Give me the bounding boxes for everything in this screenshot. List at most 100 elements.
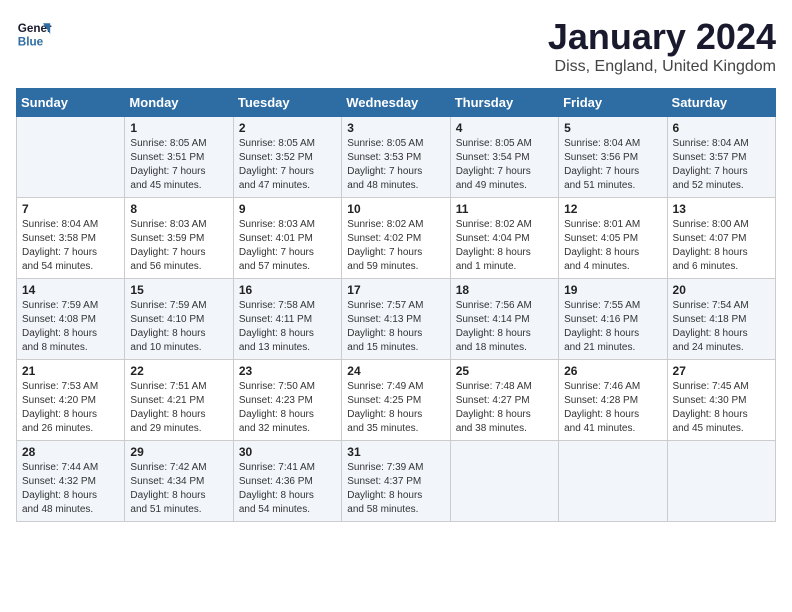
calendar-cell xyxy=(559,441,667,522)
day-info: Sunrise: 8:01 AMSunset: 4:05 PMDaylight:… xyxy=(564,218,661,274)
calendar-cell: 28 Sunrise: 7:44 AMSunset: 4:32 PMDayligh… xyxy=(17,441,125,522)
day-info: Sunrise: 7:44 AMSunset: 4:32 PMDaylight:… xyxy=(22,461,119,517)
day-info: Sunrise: 8:05 AMSunset: 3:52 PMDaylight:… xyxy=(239,137,336,193)
calendar-cell: 8 Sunrise: 8:03 AMSunset: 3:59 PMDaylight… xyxy=(125,198,233,279)
calendar-week-2: 7Sunrise: 8:04 AMSunset: 3:58 PMDaylight… xyxy=(17,198,776,279)
day-info: Sunrise: 7:46 AMSunset: 4:28 PMDaylight:… xyxy=(564,380,661,436)
day-number: 27 xyxy=(673,364,770,378)
day-info: Sunrise: 7:57 AMSunset: 4:13 PMDaylight:… xyxy=(347,299,444,355)
svg-text:Blue: Blue xyxy=(18,36,44,49)
day-number: 23 xyxy=(239,364,336,378)
day-info: Sunrise: 7:54 AMSunset: 4:18 PMDaylight:… xyxy=(673,299,770,355)
day-number: 26 xyxy=(564,364,661,378)
day-number: 17 xyxy=(347,283,444,297)
calendar-cell: 10 Sunrise: 8:02 AMSunset: 4:02 PMDayligh… xyxy=(342,198,450,279)
calendar-cell: 30 Sunrise: 7:41 AMSunset: 4:36 PMDayligh… xyxy=(233,441,341,522)
calendar-week-4: 21 Sunrise: 7:53 AMSunset: 4:20 PMDayligh… xyxy=(17,360,776,441)
header-saturday: Saturday xyxy=(667,89,775,117)
header-monday: Monday xyxy=(125,89,233,117)
day-number: 1 xyxy=(130,121,227,135)
calendar-cell xyxy=(450,441,558,522)
day-number: 8 xyxy=(130,202,227,216)
header-thursday: Thursday xyxy=(450,89,558,117)
calendar-cell: 19Sunrise: 7:55 AMSunset: 4:16 PMDayligh… xyxy=(559,279,667,360)
calendar-cell: 12 Sunrise: 8:01 AMSunset: 4:05 PMDayligh… xyxy=(559,198,667,279)
day-info: Sunrise: 7:58 AMSunset: 4:11 PMDaylight:… xyxy=(239,299,336,355)
day-number: 28 xyxy=(22,445,119,459)
day-number: 5 xyxy=(564,121,661,135)
logo: General Blue xyxy=(16,16,56,52)
calendar-cell: 9 Sunrise: 8:03 AMSunset: 4:01 PMDaylight… xyxy=(233,198,341,279)
day-info: Sunrise: 8:05 AMSunset: 3:51 PMDaylight:… xyxy=(130,137,227,193)
day-number: 3 xyxy=(347,121,444,135)
calendar-week-3: 14Sunrise: 7:59 AMSunset: 4:08 PMDayligh… xyxy=(17,279,776,360)
calendar-cell: 18 Sunrise: 7:56 AMSunset: 4:14 PMDayligh… xyxy=(450,279,558,360)
day-info: Sunrise: 8:04 AMSunset: 3:57 PMDaylight:… xyxy=(673,137,770,193)
day-number: 14 xyxy=(22,283,119,297)
day-number: 10 xyxy=(347,202,444,216)
day-info: Sunrise: 7:49 AMSunset: 4:25 PMDaylight:… xyxy=(347,380,444,436)
calendar-cell: 5 Sunrise: 8:04 AMSunset: 3:56 PMDaylight… xyxy=(559,117,667,198)
day-info: Sunrise: 8:04 AMSunset: 3:56 PMDaylight:… xyxy=(564,137,661,193)
day-number: 9 xyxy=(239,202,336,216)
day-info: Sunrise: 7:45 AMSunset: 4:30 PMDaylight:… xyxy=(673,380,770,436)
calendar-cell: 13Sunrise: 8:00 AMSunset: 4:07 PMDayligh… xyxy=(667,198,775,279)
calendar-cell: 22 Sunrise: 7:51 AMSunset: 4:21 PMDayligh… xyxy=(125,360,233,441)
day-number: 4 xyxy=(456,121,553,135)
day-number: 11 xyxy=(456,202,553,216)
day-info: Sunrise: 8:05 AMSunset: 3:54 PMDaylight:… xyxy=(456,137,553,193)
day-number: 21 xyxy=(22,364,119,378)
logo-icon: General Blue xyxy=(16,16,52,52)
calendar-cell: 20 Sunrise: 7:54 AMSunset: 4:18 PMDayligh… xyxy=(667,279,775,360)
calendar-header-row: SundayMondayTuesdayWednesdayThursdayFrid… xyxy=(17,89,776,117)
day-number: 18 xyxy=(456,283,553,297)
calendar-cell: 14Sunrise: 7:59 AMSunset: 4:08 PMDayligh… xyxy=(17,279,125,360)
calendar-cell: 17 Sunrise: 7:57 AMSunset: 4:13 PMDayligh… xyxy=(342,279,450,360)
day-number: 24 xyxy=(347,364,444,378)
day-info: Sunrise: 8:03 AMSunset: 3:59 PMDaylight:… xyxy=(130,218,227,274)
day-info: Sunrise: 8:03 AMSunset: 4:01 PMDaylight:… xyxy=(239,218,336,274)
day-info: Sunrise: 7:56 AMSunset: 4:14 PMDaylight:… xyxy=(456,299,553,355)
day-info: Sunrise: 7:41 AMSunset: 4:36 PMDaylight:… xyxy=(239,461,336,517)
calendar-cell: 2Sunrise: 8:05 AMSunset: 3:52 PMDaylight… xyxy=(233,117,341,198)
calendar-cell: 31 Sunrise: 7:39 AMSunset: 4:37 PMDayligh… xyxy=(342,441,450,522)
day-number: 13 xyxy=(673,202,770,216)
day-number: 30 xyxy=(239,445,336,459)
calendar-cell: 6Sunrise: 8:04 AMSunset: 3:57 PMDaylight… xyxy=(667,117,775,198)
header-wednesday: Wednesday xyxy=(342,89,450,117)
day-info: Sunrise: 7:59 AMSunset: 4:10 PMDaylight:… xyxy=(130,299,227,355)
calendar-cell: 24 Sunrise: 7:49 AMSunset: 4:25 PMDayligh… xyxy=(342,360,450,441)
header-friday: Friday xyxy=(559,89,667,117)
header-sunday: Sunday xyxy=(17,89,125,117)
calendar-cell: 21 Sunrise: 7:53 AMSunset: 4:20 PMDayligh… xyxy=(17,360,125,441)
day-number: 16 xyxy=(239,283,336,297)
location-title: Diss, England, United Kingdom xyxy=(548,58,776,76)
calendar-table: SundayMondayTuesdayWednesdayThursdayFrid… xyxy=(16,88,776,522)
calendar-cell: 7Sunrise: 8:04 AMSunset: 3:58 PMDaylight… xyxy=(17,198,125,279)
day-info: Sunrise: 7:42 AMSunset: 4:34 PMDaylight:… xyxy=(130,461,227,517)
day-info: Sunrise: 7:53 AMSunset: 4:20 PMDaylight:… xyxy=(22,380,119,436)
calendar-cell: 16 Sunrise: 7:58 AMSunset: 4:11 PMDayligh… xyxy=(233,279,341,360)
calendar-cell: 11Sunrise: 8:02 AMSunset: 4:04 PMDayligh… xyxy=(450,198,558,279)
day-number: 29 xyxy=(130,445,227,459)
day-info: Sunrise: 7:51 AMSunset: 4:21 PMDaylight:… xyxy=(130,380,227,436)
day-number: 7 xyxy=(22,202,119,216)
day-info: Sunrise: 7:39 AMSunset: 4:37 PMDaylight:… xyxy=(347,461,444,517)
day-info: Sunrise: 8:02 AMSunset: 4:02 PMDaylight:… xyxy=(347,218,444,274)
day-number: 31 xyxy=(347,445,444,459)
calendar-cell: 1 Sunrise: 8:05 AMSunset: 3:51 PMDaylight… xyxy=(125,117,233,198)
day-number: 22 xyxy=(130,364,227,378)
calendar-cell: 29 Sunrise: 7:42 AMSunset: 4:34 PMDayligh… xyxy=(125,441,233,522)
calendar-cell: 3Sunrise: 8:05 AMSunset: 3:53 PMDaylight… xyxy=(342,117,450,198)
calendar-cell xyxy=(667,441,775,522)
day-number: 20 xyxy=(673,283,770,297)
month-title: January 2024 xyxy=(548,16,776,58)
calendar-cell: 27 Sunrise: 7:45 AMSunset: 4:30 PMDayligh… xyxy=(667,360,775,441)
calendar-week-1: 1 Sunrise: 8:05 AMSunset: 3:51 PMDaylight… xyxy=(17,117,776,198)
header: General Blue January 2024 Diss, England,… xyxy=(16,16,776,76)
day-number: 15 xyxy=(130,283,227,297)
title-area: January 2024 Diss, England, United Kingd… xyxy=(548,16,776,76)
calendar-cell: 26 Sunrise: 7:46 AMSunset: 4:28 PMDayligh… xyxy=(559,360,667,441)
day-number: 12 xyxy=(564,202,661,216)
day-number: 25 xyxy=(456,364,553,378)
